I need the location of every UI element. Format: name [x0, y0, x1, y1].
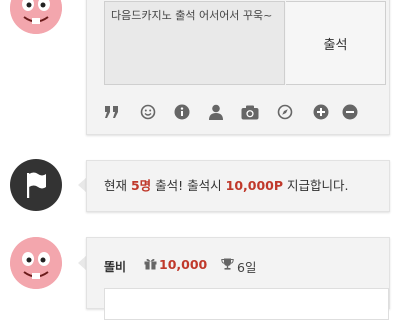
user-avatar	[10, 237, 62, 289]
minus-icon[interactable]	[341, 103, 359, 121]
camera-icon[interactable]	[241, 103, 259, 121]
notice-middle: 출석! 출석시	[151, 178, 226, 193]
user-icon[interactable]	[207, 103, 225, 121]
attendance-submit-button[interactable]: 출석	[286, 1, 386, 85]
notice-prefix: 현재	[104, 178, 131, 193]
smile-icon[interactable]	[139, 103, 157, 121]
pink-face-icon	[10, 0, 62, 34]
attendance-message-input[interactable]: 다음드카지노 출석 어서어서 꾸욱~	[104, 1, 285, 85]
gift-icon	[144, 259, 157, 270]
attendance-compose-card: 다음드카지노 출석 어서어서 꾸욱~ 출석	[86, 0, 390, 135]
entry-content-box	[104, 288, 389, 320]
attendance-entry-card: 똘비 10,000 6일	[86, 237, 390, 320]
plus-icon[interactable]	[312, 103, 330, 121]
pink-face-icon	[10, 237, 62, 289]
editor-toolbar	[103, 103, 373, 123]
notice-suffix: 지급합니다.	[283, 178, 349, 193]
reward-points: 10,000P	[225, 178, 284, 193]
attendance-notice-text: 현재 5명 출석! 출석시 10,000P 지급합니다.	[104, 161, 348, 211]
attendance-days: 6일	[237, 260, 257, 275]
username[interactable]: 똘비	[104, 258, 126, 275]
quote-icon[interactable]	[103, 103, 121, 121]
points-value: 10,000	[159, 257, 208, 272]
notice-avatar	[10, 159, 62, 211]
flag-icon	[27, 172, 46, 198]
attendance-notice-card: 현재 5명 출석! 출석시 10,000P 지급합니다.	[86, 160, 390, 212]
info-icon[interactable]	[173, 103, 191, 121]
user-avatar	[10, 0, 62, 34]
attendee-count: 5명	[130, 178, 152, 193]
compass-icon[interactable]	[276, 103, 294, 121]
trophy-icon	[221, 258, 234, 270]
